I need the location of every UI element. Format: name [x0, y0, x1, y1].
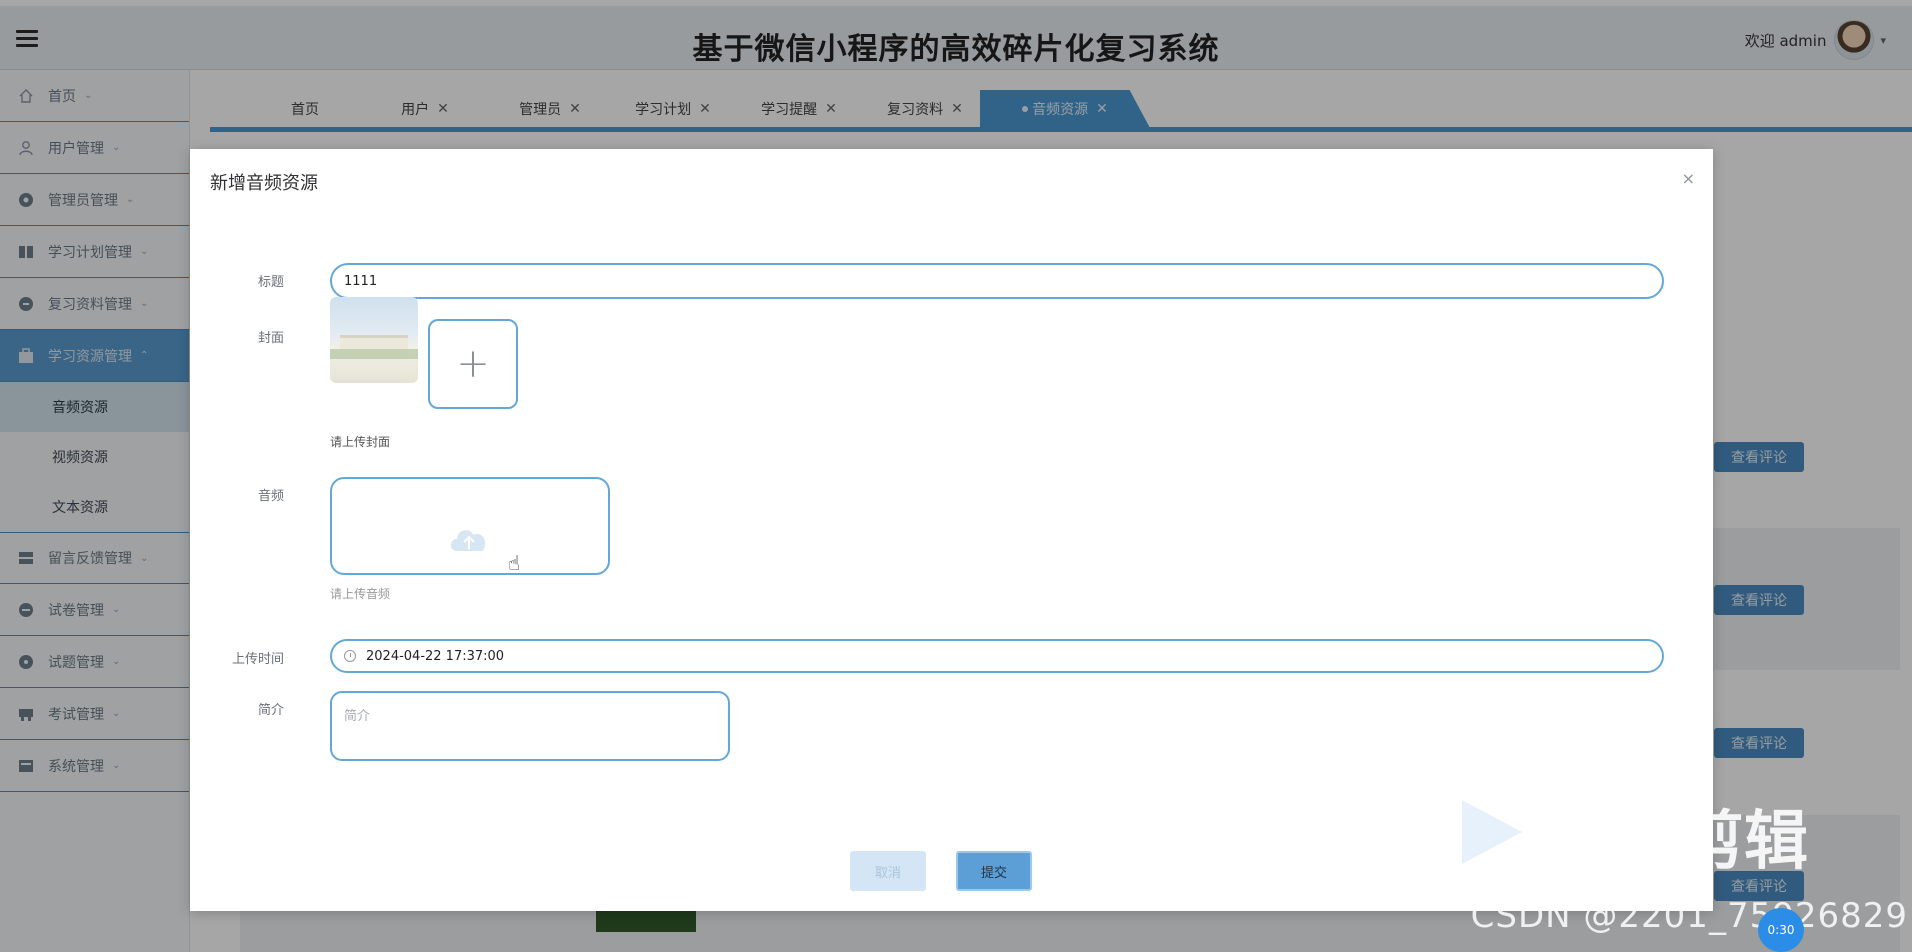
upload-time-picker[interactable]: 2024-04-22 17:37:00 — [330, 639, 1664, 673]
csdn-watermark: CSDN @2201_75926829 — [1470, 896, 1908, 936]
cover-upload-button[interactable]: + — [428, 319, 518, 409]
watermark-big-text: 剪辑 — [1680, 805, 1808, 879]
intro-label: 简介 — [257, 703, 284, 718]
clock-icon — [344, 650, 356, 662]
cloud-upload-icon — [451, 530, 486, 551]
title-label: 标题 — [257, 275, 284, 290]
plus-icon: + — [456, 341, 490, 387]
intro-textarea[interactable]: 简介 — [330, 691, 730, 761]
cancel-button[interactable]: 取消 — [850, 851, 926, 891]
pointer-cursor-icon: ☝ — [508, 551, 521, 575]
video-logo-icon — [1462, 800, 1522, 864]
cover-label: 封面 — [257, 331, 284, 346]
timer-badge: 0:30 — [1758, 908, 1804, 952]
cover-image — [330, 297, 418, 383]
upload-time-label: 上传时间 — [231, 652, 284, 667]
dialog-title: 新增音频资源 — [210, 173, 318, 194]
close-icon[interactable]: × — [1682, 169, 1695, 188]
audio-hint: 请上传音频 — [330, 587, 391, 601]
submit-button[interactable]: 提交 — [956, 851, 1032, 891]
add-audio-dialog: 新增音频资源 × 标题 1111 封面 + 请上传封面 音频 ☝ 请上传音频 上… — [190, 149, 1713, 911]
cover-hint: 请上传封面 — [330, 435, 391, 449]
audio-label: 音频 — [257, 489, 284, 504]
upload-time-value: 2024-04-22 17:37:00 — [366, 648, 505, 664]
audio-upload-area[interactable] — [330, 477, 610, 575]
title-input[interactable]: 1111 — [330, 263, 1664, 299]
